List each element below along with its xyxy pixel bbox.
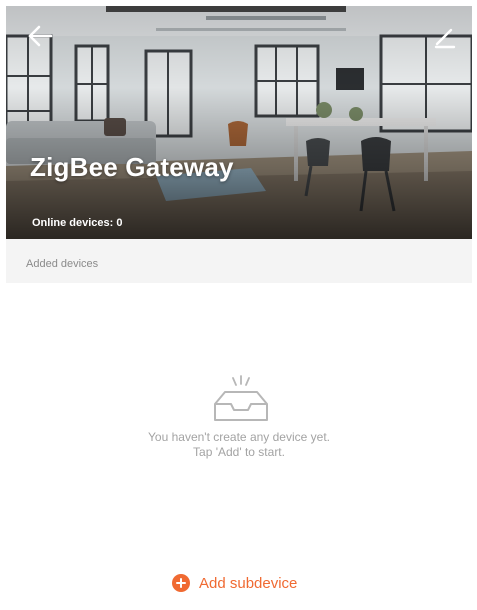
app-screen: ZigBee Gateway Online devices: 0 Added d… [0, 0, 477, 610]
gateway-title: ZigBee Gateway [30, 152, 234, 182]
empty-message-line2: Tap 'Add' to start. [193, 445, 285, 459]
edit-button[interactable] [430, 22, 460, 52]
gateway-header: ZigBee Gateway Online devices: 0 [6, 6, 472, 239]
pencil-icon [434, 28, 456, 49]
section-label: Added devices [26, 258, 99, 270]
arrow-left-icon [28, 25, 53, 47]
added-devices-section: Added devices [6, 239, 472, 283]
back-button[interactable] [24, 20, 56, 52]
empty-device-list: You haven't create any device yet. Tap '… [6, 283, 472, 610]
add-subdevice-button[interactable]: Add subdevice [172, 572, 297, 594]
online-devices-count: Online devices: 0 [32, 217, 123, 229]
add-subdevice-label: Add subdevice [199, 574, 298, 592]
empty-tray-icon [214, 375, 268, 421]
header-shade [6, 6, 472, 239]
plus-circle-icon [172, 574, 190, 592]
empty-message-line1: You haven't create any device yet. [148, 430, 330, 444]
